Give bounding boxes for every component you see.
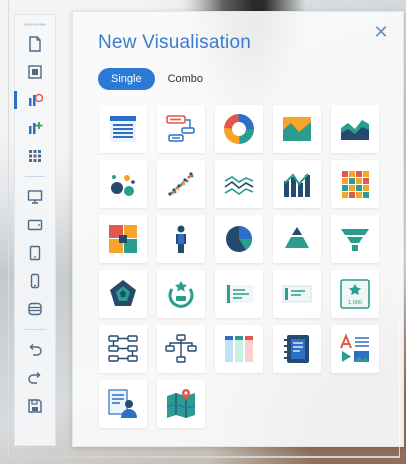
page-icon (29, 36, 41, 52)
funnel-chart-icon (341, 229, 369, 251)
visualisation-funnel-chart[interactable] (331, 215, 379, 263)
visualisation-kanban[interactable] (215, 325, 263, 373)
visualisation-treemap[interactable] (99, 215, 147, 263)
scatter-chart-icon (168, 172, 194, 196)
notebook-icon (284, 335, 309, 363)
area-chart-icon (283, 117, 311, 141)
visualisation-notebook[interactable] (273, 325, 321, 373)
treemap-icon (109, 225, 137, 253)
visualisation-bubble-chart[interactable] (99, 160, 147, 208)
profile-icon (108, 389, 137, 418)
visualisation-gauge[interactable] (157, 270, 205, 318)
panel-title: New Visualisation (98, 32, 252, 53)
flow-chart-icon (108, 335, 138, 362)
kpi-card-2-icon (282, 285, 312, 303)
toolbar-undo-button[interactable] (14, 336, 56, 364)
visualisation-pie-chart[interactable] (215, 215, 263, 263)
visualisation-map[interactable] (157, 380, 205, 428)
visualisation-profile[interactable] (99, 380, 147, 428)
toolbar-redo-button[interactable] (14, 364, 56, 392)
heatmap-icon (342, 171, 369, 198)
visualisation-tree-chart[interactable] (157, 325, 205, 373)
donut-chart-icon (224, 114, 254, 144)
gauge-icon (168, 281, 194, 308)
undo-icon (29, 344, 42, 356)
redo-icon (28, 372, 41, 384)
map-icon (166, 389, 196, 418)
visualisation-scatter-chart[interactable] (157, 160, 205, 208)
tablet-portrait-icon (29, 245, 41, 261)
toolbar-divider (25, 329, 45, 330)
bubble-chart-icon (111, 175, 135, 196)
toolbar-grid-button[interactable] (14, 142, 56, 170)
kanban-icon (225, 336, 253, 362)
toolbar-divider (25, 176, 45, 177)
layout-icon (28, 65, 42, 79)
visualisation-flow-chart[interactable] (99, 325, 147, 373)
column-line-chart-icon (284, 173, 310, 197)
kpi-target-icon: 1,000 (340, 279, 370, 309)
left-toolbar (14, 14, 56, 446)
visualisation-person-chart[interactable] (157, 215, 205, 263)
pie-chart-icon (226, 226, 253, 252)
tablet-landscape-icon (27, 219, 43, 231)
toolbar-phone-button[interactable] (14, 267, 56, 295)
add-visualisation-icon (29, 93, 43, 106)
pivot-table-icon (166, 115, 195, 142)
new-visualisation-panel: New Visualisation ✕ Single Combo 1,000 (72, 11, 404, 447)
toolbar-layout-button[interactable] (14, 58, 56, 86)
toolbar-tablet-landscape-button[interactable] (14, 211, 56, 239)
visualisation-heatmap[interactable] (331, 160, 379, 208)
toolbar-add-chart-button[interactable] (14, 114, 56, 142)
visualisation-kpi-card[interactable] (215, 270, 263, 318)
visualisation-radar-chart[interactable] (99, 270, 147, 318)
table-icon (110, 116, 136, 142)
visualisation-type-tabs: Single Combo (98, 68, 216, 90)
line-chart-icon (224, 176, 254, 195)
kpi-card-icon (225, 285, 253, 303)
toolbar-tablet-portrait-button[interactable] (14, 239, 56, 267)
visualisation-text-image[interactable] (331, 325, 379, 373)
visualisation-donut-chart[interactable] (215, 105, 263, 153)
database-icon (28, 302, 42, 316)
toolbar-add-visualisation-button[interactable] (14, 86, 56, 114)
kpi-value: 1,000 (348, 300, 362, 306)
visualisation-pyramid-chart[interactable] (273, 215, 321, 263)
close-button[interactable]: ✕ (373, 23, 389, 41)
tree-chart-icon (165, 334, 197, 363)
toolbar-desktop-button[interactable] (14, 183, 56, 211)
text-image-icon (340, 333, 369, 362)
add-chart-icon (29, 122, 43, 134)
visualisation-grid: 1,000 (99, 105, 379, 428)
person-chart-icon (176, 225, 186, 253)
radar-chart-icon (110, 280, 136, 306)
visualisation-kpi-target[interactable]: 1,000 (331, 270, 379, 318)
visualisation-pivot-table[interactable] (157, 105, 205, 153)
save-icon (28, 399, 42, 413)
visualisation-stacked-area-chart[interactable] (331, 105, 379, 153)
tab-combo[interactable]: Combo (155, 68, 216, 90)
visualisation-table[interactable] (99, 105, 147, 153)
visualisation-kpi-card-2[interactable] (273, 270, 321, 318)
tab-single[interactable]: Single (98, 68, 155, 90)
toolbar-save-button[interactable] (14, 392, 56, 420)
pyramid-chart-icon (285, 227, 309, 248)
toolbar-grip[interactable] (24, 23, 46, 26)
grid-icon (29, 150, 41, 162)
stacked-area-chart-icon (341, 120, 369, 140)
toolbar-page-button[interactable] (14, 30, 56, 58)
visualisation-line-chart[interactable] (215, 160, 263, 208)
phone-icon (30, 273, 40, 289)
toolbar-database-button[interactable] (14, 295, 56, 323)
visualisation-area-chart[interactable] (273, 105, 321, 153)
visualisation-column-line-chart[interactable] (273, 160, 321, 208)
desktop-icon (27, 190, 43, 204)
